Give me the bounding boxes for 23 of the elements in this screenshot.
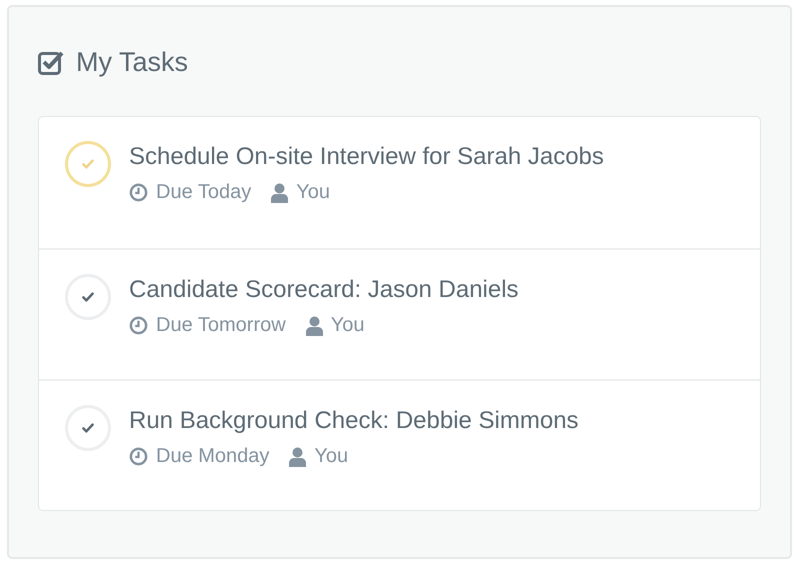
assignee: You [314,445,348,468]
panel-title: My Tasks [76,47,188,78]
checkmark-icon [82,159,94,169]
clock-icon [129,447,148,466]
complete-check-button[interactable] [65,405,111,451]
task-title: Run Background Check: Debbie Simmons [129,407,579,435]
due-date: Due Monday [156,445,270,468]
task-title: Schedule On-site Interview for Sarah Jacobs [129,143,604,171]
assignee: You [296,181,330,204]
clock-icon [129,183,148,202]
task-title: Candidate Scorecard: Jason Daniels [129,276,519,304]
due-date: Due Tomorrow [156,314,286,337]
checkmark-icon [82,423,94,433]
complete-check-button[interactable] [65,141,111,187]
checkmark-icon [82,292,94,302]
checkbox-icon [38,50,64,75]
complete-check-button[interactable] [65,274,111,320]
user-icon [306,316,323,336]
due-date: Due Today [156,181,252,204]
assignee: You [330,314,364,337]
clock-icon [129,316,148,335]
user-icon [271,182,288,202]
user-icon [289,446,306,466]
